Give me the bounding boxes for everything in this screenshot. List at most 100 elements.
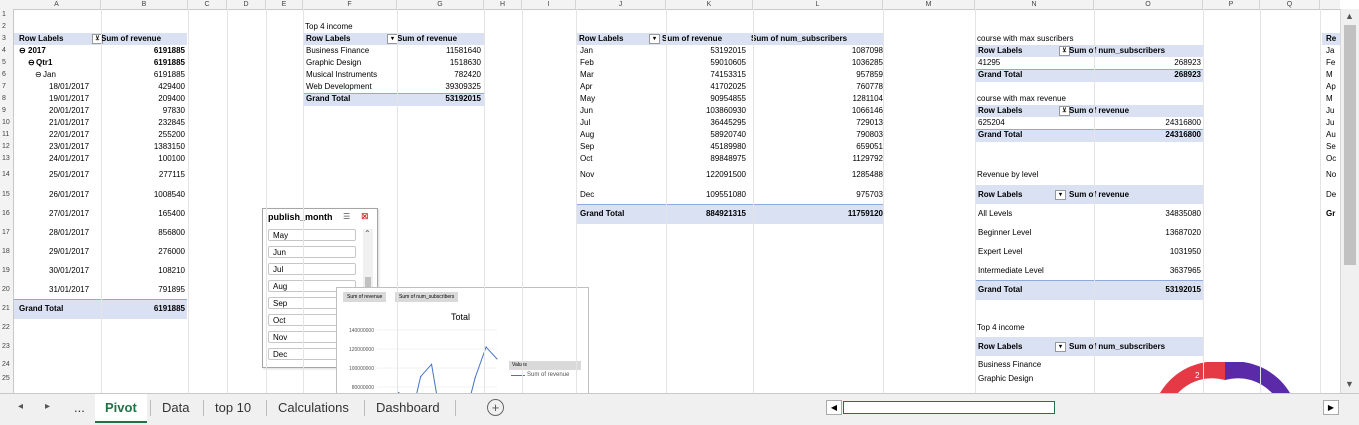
row-header[interactable]: 3 — [0, 33, 13, 45]
value-header: Sum of num_subscribers — [1069, 46, 1166, 55]
row-header[interactable]: 8 — [0, 93, 13, 105]
row-header[interactable]: 17 — [0, 223, 13, 242]
revenue-value: 109551080 — [705, 189, 746, 199]
subscribers-value: 790803 — [856, 130, 883, 139]
multi-select-icon[interactable]: ☰ — [343, 212, 350, 221]
row-header[interactable]: 2 — [0, 21, 13, 33]
row-header[interactable]: 9 — [0, 105, 13, 117]
horizontal-scroll-thumb[interactable] — [843, 401, 1055, 414]
row-header[interactable]: 20 — [0, 280, 13, 299]
row-value: 782420 — [454, 70, 481, 79]
data-point[interactable] — [430, 363, 433, 365]
column-header[interactable]: I — [522, 0, 576, 9]
clear-filter-icon[interactable]: ⊠ — [361, 211, 369, 222]
y-tick-label: 100000000 — [349, 366, 374, 372]
column-header[interactable]: F — [303, 0, 397, 9]
tab-scroll-left-icon[interactable]: ◂ — [18, 401, 23, 412]
caption: Revenue by level — [977, 170, 1039, 179]
add-sheet-icon[interactable]: + — [487, 399, 504, 416]
column-header[interactable]: Q — [1260, 0, 1320, 9]
row-header[interactable]: 5 — [0, 57, 13, 69]
sum-revenue-header: Sum of revenue — [397, 34, 458, 43]
column-header[interactable]: P — [1203, 0, 1260, 9]
partial-cell: No — [1326, 170, 1337, 179]
tab-pivot[interactable]: Pivot — [95, 394, 147, 423]
data-point[interactable] — [420, 375, 422, 378]
row-header[interactable]: 4 — [0, 45, 13, 57]
row-value: 39309325 — [445, 82, 481, 91]
row-labels-header: Row Labels ⊻ — [978, 106, 1070, 116]
date-value: 856800 — [158, 227, 185, 237]
column-header[interactable]: J — [576, 0, 666, 9]
row-header[interactable]: 7 — [0, 81, 13, 93]
tab-data[interactable]: Data — [152, 394, 199, 421]
series-line-revenue[interactable] — [377, 346, 498, 398]
row-header[interactable]: 19 — [0, 261, 13, 280]
row-header[interactable]: 13 — [0, 153, 13, 165]
scroll-up-icon[interactable]: ▲ — [1345, 11, 1354, 21]
date-label: 23/01/2017 — [49, 142, 90, 151]
h-scroll-right-icon[interactable]: ▶ — [1323, 400, 1339, 415]
vertical-scrollbar[interactable]: ▲ ▼ — [1340, 9, 1359, 393]
date-value: 277115 — [158, 170, 185, 179]
row-header[interactable]: 21 — [0, 299, 13, 318]
row-header[interactable]: 18 — [0, 242, 13, 261]
column-header[interactable]: M — [883, 0, 975, 9]
column-header[interactable]: N — [975, 0, 1094, 9]
row-header[interactable]: 10 — [0, 117, 13, 129]
sum-revenue-header: Sum of revenue — [662, 34, 723, 43]
row-header[interactable]: 24 — [0, 356, 13, 373]
row-header[interactable]: 6 — [0, 69, 13, 81]
donut-chart[interactable]: 2 — [1150, 362, 1300, 393]
row-header[interactable]: 14 — [0, 165, 13, 185]
tab-dashboard[interactable]: Dashboard — [366, 394, 450, 421]
slicer-title: publish_month — [268, 212, 333, 222]
value-header: Sum of revenue — [1069, 106, 1130, 115]
data-point[interactable] — [485, 346, 487, 348]
column-header[interactable]: A — [13, 0, 101, 9]
revenue-line-chart[interactable]: Sum of revenue Sum of num_subscribers To… — [336, 287, 589, 399]
vertical-scroll-thumb[interactable] — [1344, 25, 1356, 265]
row-header[interactable]: 22 — [0, 318, 13, 337]
gridline — [266, 9, 267, 393]
column-header[interactable]: B — [101, 0, 188, 9]
column-header[interactable]: K — [666, 0, 753, 9]
column-header[interactable]: G — [397, 0, 484, 9]
month-label: Apr — [580, 82, 593, 91]
sum-revenue-header: Sum of revenue — [1069, 189, 1130, 199]
data-point[interactable] — [474, 377, 476, 379]
grand-total-value: 24316800 — [1165, 130, 1201, 139]
column-header[interactable]: D — [227, 0, 266, 9]
column-header[interactable]: L — [753, 0, 883, 9]
donut-slice-purple — [1225, 362, 1290, 393]
tab-ellipsis[interactable]: ... — [64, 394, 95, 421]
row-header[interactable]: 15 — [0, 185, 13, 204]
row-header[interactable]: 25 — [0, 373, 13, 385]
h-scroll-left-icon[interactable]: ◀ — [826, 400, 842, 415]
tab-calculations[interactable]: Calculations — [268, 394, 359, 421]
date-value: 100100 — [158, 154, 185, 163]
slicer-item[interactable]: Jul — [268, 263, 356, 275]
dropdown-icon[interactable]: ▾ — [1055, 341, 1066, 352]
row-header[interactable]: 23 — [0, 337, 13, 356]
scroll-up-icon[interactable]: ⌃ — [364, 229, 371, 238]
column-header[interactable]: O — [1094, 0, 1203, 9]
scroll-down-icon[interactable]: ▼ — [1345, 379, 1354, 389]
row-labels-header: Row Labels ▾ — [306, 34, 398, 44]
column-header[interactable]: E — [266, 0, 303, 9]
column-header[interactable]: C — [188, 0, 227, 9]
row-header[interactable]: 12 — [0, 141, 13, 153]
level-label: Beginner Level — [978, 227, 1032, 237]
slicer-item[interactable]: Jun — [268, 246, 356, 258]
data-point[interactable] — [496, 358, 498, 360]
tab-top-10[interactable]: top 10 — [205, 394, 261, 421]
dropdown-icon[interactable]: ▾ — [649, 34, 660, 44]
tab-scroll-right-icon[interactable]: ▸ — [45, 401, 50, 412]
column-header[interactable]: H — [484, 0, 522, 9]
row-header[interactable]: 1 — [0, 9, 13, 21]
slicer-item[interactable]: May — [268, 229, 356, 241]
row-header[interactable]: 16 — [0, 204, 13, 223]
row-header[interactable]: 11 — [0, 129, 13, 141]
caption: Top 4 income — [977, 322, 1025, 332]
dropdown-icon[interactable]: ▾ — [1055, 189, 1066, 200]
